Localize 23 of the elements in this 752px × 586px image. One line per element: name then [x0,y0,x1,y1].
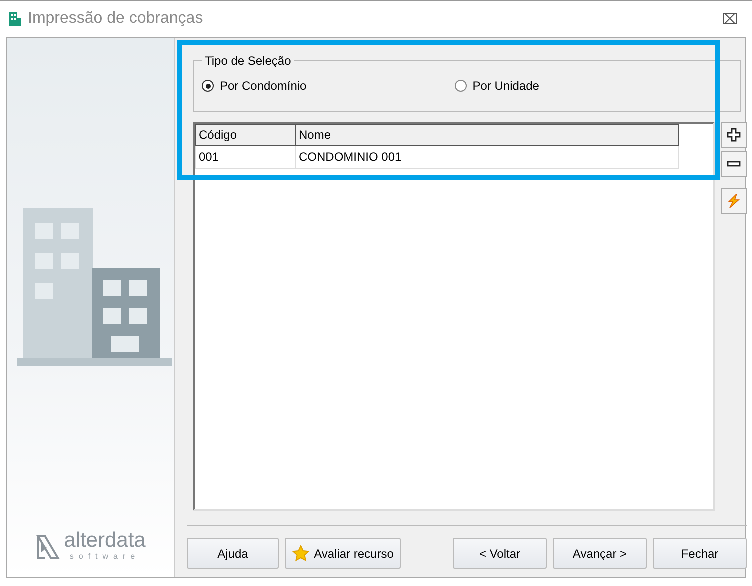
add-icon [727,128,741,142]
lightning-button[interactable] [721,188,747,214]
rate-button[interactable]: Avaliar recurso [285,538,401,569]
radio-option[interactable]: Por Unidade [454,77,540,95]
close-button[interactable]: ⌧ [716,8,744,30]
column-header[interactable]: Código [196,124,296,146]
app-icon [8,11,22,27]
radio-option[interactable]: Por Condomínio [202,77,307,95]
window-title: Impressão de cobranças [28,9,204,29]
back-button[interactable]: < Voltar [453,538,547,569]
next-button[interactable]: Avançar > [553,538,647,569]
add-button[interactable] [721,122,747,148]
logo-icon [35,532,62,560]
column-header[interactable]: Nome [296,124,678,146]
table-cell: CONDOMINIO 001 [296,146,678,168]
help-button[interactable]: Ajuda [187,538,279,569]
lightning-icon [727,194,741,208]
star-icon [292,544,310,562]
logo-tagline: software [68,551,142,563]
close-button[interactable]: Fechar [653,538,747,569]
remove-button[interactable] [721,151,747,177]
table-cell: 001 [196,146,296,168]
logo-name: alterdata [64,530,146,551]
